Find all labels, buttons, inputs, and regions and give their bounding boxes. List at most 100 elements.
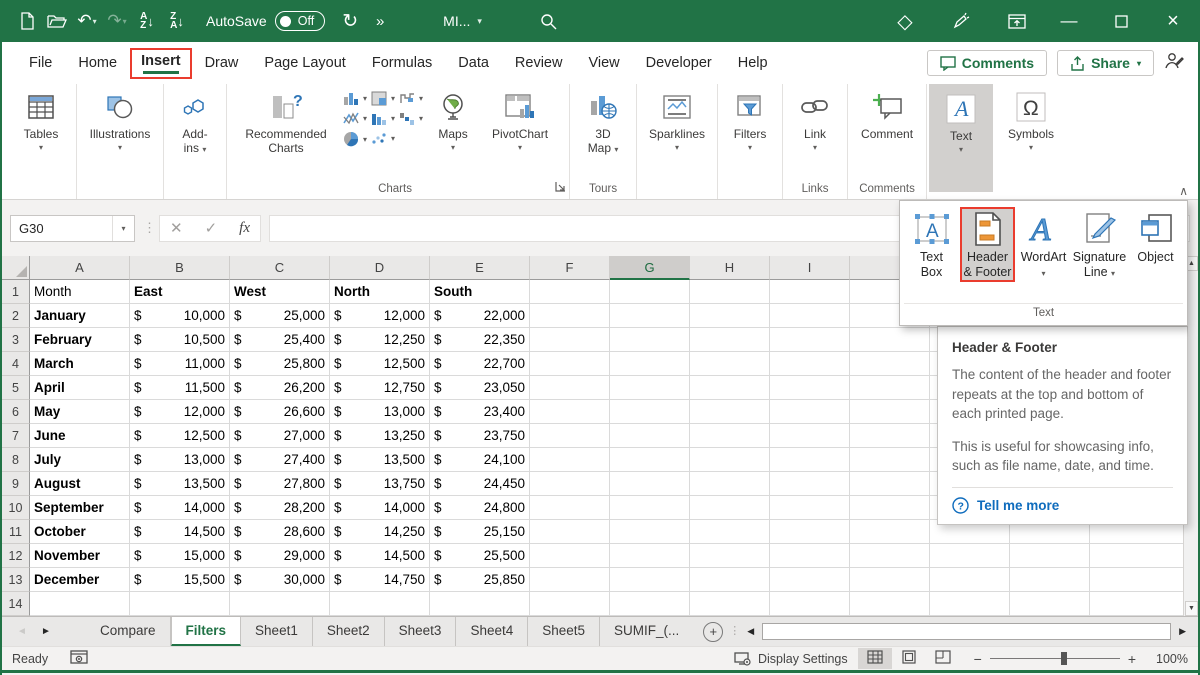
- scroll-right-icon[interactable]: ▶: [1175, 624, 1190, 639]
- cell-F7[interactable]: [530, 424, 610, 448]
- cell-E10[interactable]: $24,800: [430, 496, 530, 520]
- laser-pen-icon[interactable]: [946, 6, 976, 36]
- cell-I1[interactable]: [770, 280, 850, 304]
- cell-F3[interactable]: [530, 328, 610, 352]
- cell-C5[interactable]: $26,200: [230, 376, 330, 400]
- sheet-nav-right-icon[interactable]: ►: [34, 626, 58, 637]
- cell-F8[interactable]: [530, 448, 610, 472]
- cell-H14[interactable]: [690, 592, 770, 616]
- normal-view-button[interactable]: [858, 648, 892, 669]
- cell-C2[interactable]: $25,000: [230, 304, 330, 328]
- search-icon[interactable]: [534, 6, 564, 36]
- cell-I5[interactable]: [770, 376, 850, 400]
- cell-E13[interactable]: $25,850: [430, 568, 530, 592]
- cell-I8[interactable]: [770, 448, 850, 472]
- display-settings-button[interactable]: Display Settings: [734, 652, 848, 666]
- cell-H6[interactable]: [690, 400, 770, 424]
- cell-x6[interactable]: [850, 400, 930, 424]
- cell-H5[interactable]: [690, 376, 770, 400]
- cell-B5[interactable]: $11,500: [130, 376, 230, 400]
- minimize-button[interactable]: —: [1054, 6, 1084, 36]
- cell-I10[interactable]: [770, 496, 850, 520]
- horizontal-scrollbar[interactable]: ◀ ▶: [743, 623, 1198, 640]
- tab-page-layout[interactable]: Page Layout: [251, 49, 358, 77]
- cell-H2[interactable]: [690, 304, 770, 328]
- row-header-12[interactable]: 12: [2, 544, 30, 568]
- column-header-A[interactable]: A: [30, 256, 130, 280]
- tab-developer[interactable]: Developer: [633, 49, 725, 77]
- cell-x14[interactable]: [1010, 592, 1090, 616]
- row-header-7[interactable]: 7: [2, 424, 30, 448]
- sheet-nav-left-icon[interactable]: ◄: [10, 626, 34, 637]
- column-chart-button[interactable]: ▾: [343, 91, 367, 106]
- cell-A10[interactable]: September: [30, 496, 130, 520]
- cell-x14[interactable]: [850, 592, 930, 616]
- cell-A3[interactable]: February: [30, 328, 130, 352]
- cell-x9[interactable]: [850, 472, 930, 496]
- cell-D4[interactable]: $12,500: [330, 352, 430, 376]
- cell-G14[interactable]: [610, 592, 690, 616]
- row-header-2[interactable]: 2: [2, 304, 30, 328]
- row-header-5[interactable]: 5: [2, 376, 30, 400]
- refresh-icon[interactable]: ↻: [335, 6, 365, 36]
- cell-E2[interactable]: $22,000: [430, 304, 530, 328]
- cell-A9[interactable]: August: [30, 472, 130, 496]
- cell-G9[interactable]: [610, 472, 690, 496]
- tab-insert[interactable]: Insert: [130, 48, 192, 79]
- cell-I6[interactable]: [770, 400, 850, 424]
- row-header-4[interactable]: 4: [2, 352, 30, 376]
- cell-C12[interactable]: $29,000: [230, 544, 330, 568]
- cell-B2[interactable]: $10,000: [130, 304, 230, 328]
- cell-G5[interactable]: [610, 376, 690, 400]
- cell-E9[interactable]: $24,450: [430, 472, 530, 496]
- cell-I3[interactable]: [770, 328, 850, 352]
- cell-C6[interactable]: $26,600: [230, 400, 330, 424]
- cell-x12[interactable]: [1010, 544, 1090, 568]
- cell-D10[interactable]: $14,000: [330, 496, 430, 520]
- cell-A4[interactable]: March: [30, 352, 130, 376]
- cell-x10[interactable]: [850, 496, 930, 520]
- comment-button[interactable]: Comment: [852, 86, 922, 141]
- cell-F14[interactable]: [530, 592, 610, 616]
- wordart-menu-item[interactable]: A WordArt▾: [1016, 207, 1071, 281]
- cell-B13[interactable]: $15,500: [130, 568, 230, 592]
- cell-I13[interactable]: [770, 568, 850, 592]
- cell-A1[interactable]: Month: [30, 280, 130, 304]
- select-all-corner[interactable]: [2, 256, 30, 280]
- horizontal-scroll-thumb[interactable]: [762, 623, 1171, 640]
- maps-button[interactable]: Maps ▾: [425, 86, 481, 152]
- cell-I2[interactable]: [770, 304, 850, 328]
- cell-H13[interactable]: [690, 568, 770, 592]
- cell-F5[interactable]: [530, 376, 610, 400]
- cell-I14[interactable]: [770, 592, 850, 616]
- drag-handle[interactable]: ⋮: [143, 225, 151, 231]
- cancel-icon[interactable]: ✕: [170, 219, 183, 237]
- cell-C1[interactable]: West: [230, 280, 330, 304]
- row-header-13[interactable]: 13: [2, 568, 30, 592]
- cell-D8[interactable]: $13,500: [330, 448, 430, 472]
- cell-A5[interactable]: April: [30, 376, 130, 400]
- cell-D5[interactable]: $12,750: [330, 376, 430, 400]
- cell-A12[interactable]: November: [30, 544, 130, 568]
- cell-I9[interactable]: [770, 472, 850, 496]
- name-box[interactable]: G30 ▾: [10, 215, 135, 242]
- comments-button[interactable]: Comments: [927, 50, 1047, 76]
- cell-E4[interactable]: $22,700: [430, 352, 530, 376]
- cell-B10[interactable]: $14,000: [130, 496, 230, 520]
- row-header-14[interactable]: 14: [2, 592, 30, 616]
- ribbon-display-options-icon[interactable]: [1002, 6, 1032, 36]
- cell-x13[interactable]: [850, 568, 930, 592]
- cell-I12[interactable]: [770, 544, 850, 568]
- cell-A6[interactable]: May: [30, 400, 130, 424]
- scroll-down-icon[interactable]: ▼: [1185, 601, 1198, 616]
- zoom-level[interactable]: 100%: [1146, 652, 1188, 666]
- column-header-B[interactable]: B: [130, 256, 230, 280]
- cell-C4[interactable]: $25,800: [230, 352, 330, 376]
- row-header-9[interactable]: 9: [2, 472, 30, 496]
- illustrations-button[interactable]: Illustrations ▾: [81, 86, 159, 152]
- undo-icon[interactable]: ↶▾: [72, 6, 102, 36]
- cell-G13[interactable]: [610, 568, 690, 592]
- column-header-E[interactable]: E: [430, 256, 530, 280]
- cell-B3[interactable]: $10,500: [130, 328, 230, 352]
- macro-record-icon[interactable]: [70, 650, 88, 667]
